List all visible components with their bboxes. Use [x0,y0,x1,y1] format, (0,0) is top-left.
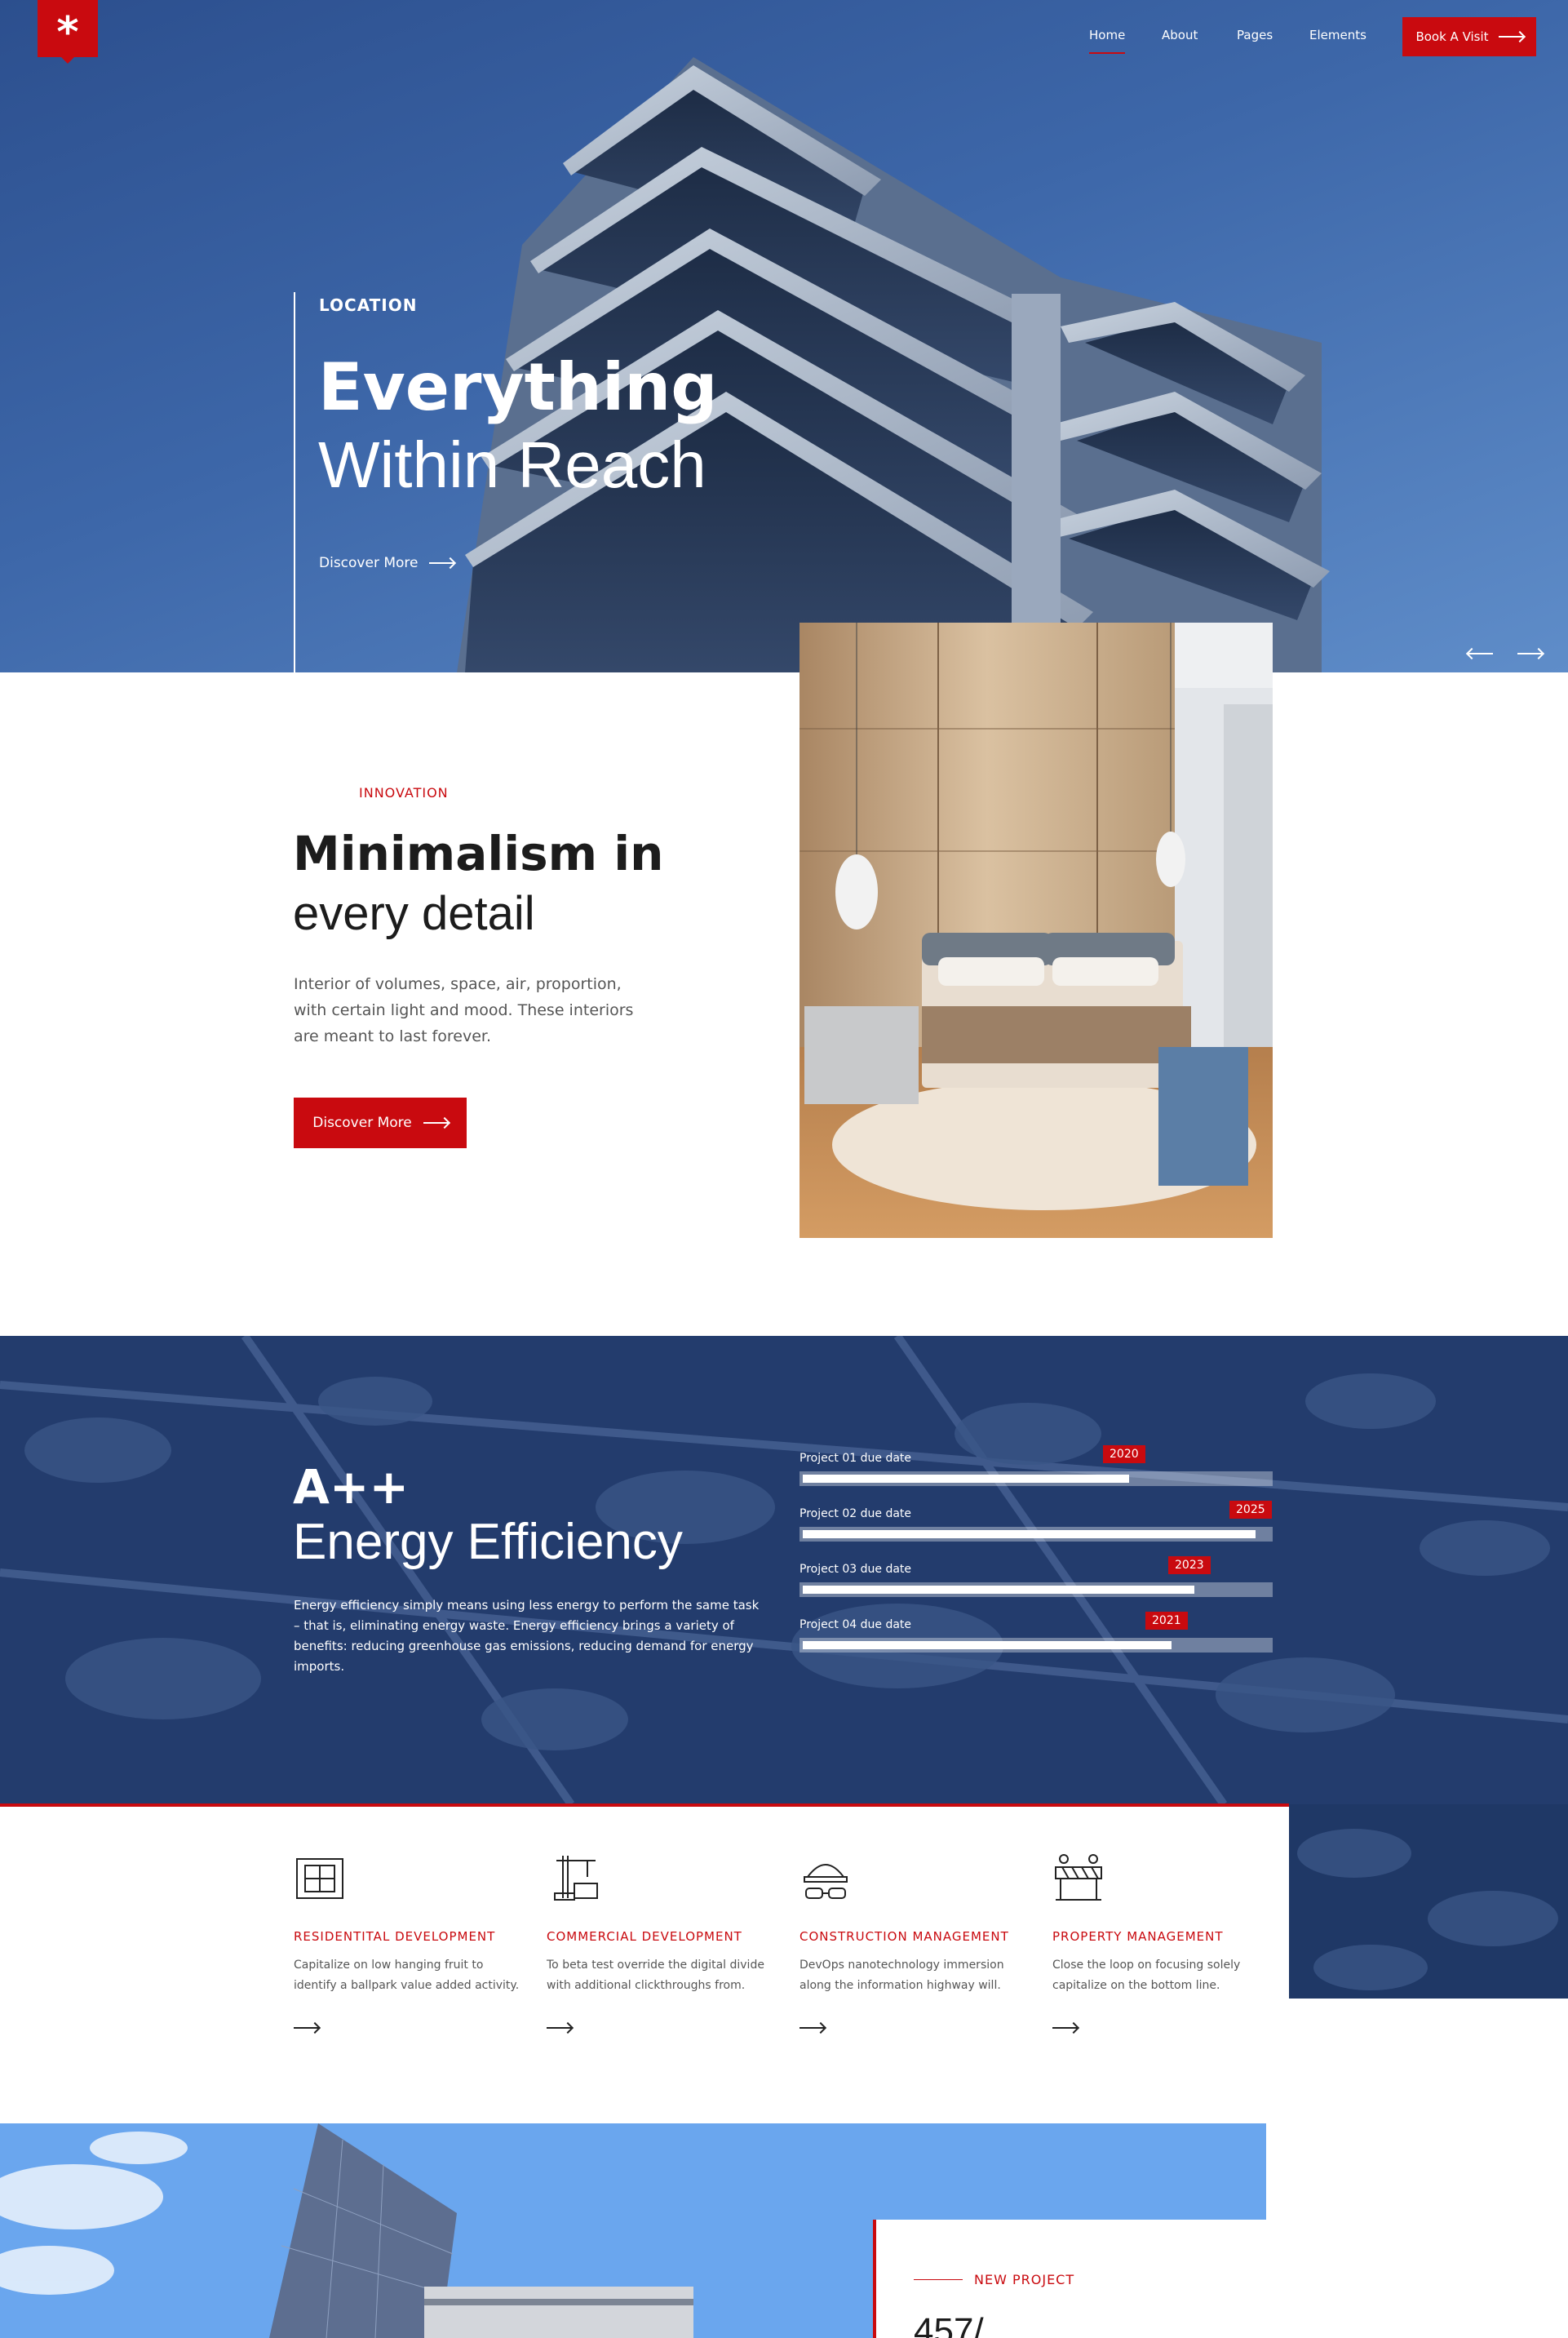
project-label: Project 02 due date [800,1507,912,1520]
hero-building-image [457,57,1330,672]
project-progress-fill [803,1475,1129,1483]
project-progress-fill [803,1530,1256,1538]
innovation-title-line1: Minimalism in [293,826,664,881]
service-title: RESIDENTITAL DEVELOPMENT [294,1929,496,1944]
new-project-eyebrow: NEW PROJECT [974,2272,1075,2287]
barrier-icon [1055,1854,1102,1901]
new-project-card: NEW PROJECT 457/ [873,2220,1266,2338]
project-progress-row: Project 03 due date 2023 [800,1556,1273,1597]
project-progress-row: Project 04 due date 2021 [800,1612,1273,1653]
bedroom-image [800,623,1273,1238]
arrow-right-icon [429,562,454,564]
service-commercial: COMMERCIAL DEVELOPMENT To beta test over… [547,1852,775,2034]
new-project-number: 457/ [914,2311,984,2338]
service-description: Capitalize on low hanging fruit to ident… [294,1959,520,1992]
book-visit-button[interactable]: Book A Visit [1402,17,1536,56]
service-title: CONSTRUCTION MANAGEMENT [800,1929,1009,1944]
slider-prev-icon[interactable] [1468,653,1493,654]
innovation-body: Interior of volumes, space, air, proport… [294,975,634,1045]
innovation-discover-button[interactable]: Discover More [294,1098,467,1148]
new-project-rule [914,2279,963,2280]
project-progress-fill [803,1641,1172,1649]
energy-title-line1: A++ [293,1459,410,1515]
project-label: Project 01 due date [800,1452,912,1465]
hard-hat-icon [804,1864,848,1899]
energy-background-image [0,1336,1568,1804]
project-year-badge: 2020 [1103,1445,1145,1463]
arrow-right-icon [423,1122,448,1124]
project-year-badge: 2025 [1229,1501,1272,1519]
nav-elements[interactable]: Elements [1309,28,1366,42]
hero-discover-link[interactable]: Discover More [319,555,454,571]
project-progress-fill [803,1586,1194,1594]
innovation-discover-label: Discover More [312,1115,412,1131]
hero-section: * Home About Pages Elements Book A Visit… [0,0,1568,672]
book-visit-label: Book A Visit [1415,29,1489,44]
service-construction: CONSTRUCTION MANAGEMENT DevOps nanotechn… [800,1852,1028,2034]
project-progress-track [800,1638,1273,1653]
project-progress-row: Project 02 due date 2025 [800,1501,1273,1542]
project-year-badge: 2021 [1145,1612,1188,1630]
section-divider [0,1803,1289,1807]
arrow-right-icon[interactable] [294,2026,318,2029]
service-title: PROPERTY MANAGEMENT [1052,1929,1224,1944]
service-description: Close the loop on focusing solely capita… [1052,1959,1241,1992]
service-title: COMMERCIAL DEVELOPMENT [547,1929,742,1944]
innovation-title-line2: every detail [293,887,535,940]
hero-title-line1: Everything [318,349,718,425]
nav-home[interactable]: Home [1089,28,1126,54]
energy-body: Energy efficiency simply means using les… [294,1598,760,1674]
service-property: PROPERTY MANAGEMENT Close the loop on fo… [1052,1852,1281,2034]
hero-title-line2: Within Reach [318,428,706,501]
arrow-right-icon[interactable] [1052,2026,1077,2029]
project-label: Project 04 due date [800,1618,912,1631]
blueprint-icon [296,1858,343,1899]
nav-pages[interactable]: Pages [1237,28,1273,42]
hero-divider [294,292,295,672]
nav-about[interactable]: About [1162,28,1198,42]
energy-background-extension [1289,1804,1568,1999]
project-progress-track [800,1582,1273,1597]
project-progress-row: Project 01 due date 2020 [800,1445,1273,1486]
crane-icon [554,1856,598,1901]
site-logo[interactable]: * [38,0,98,64]
project-year-badge: 2023 [1168,1556,1211,1574]
project-progress-track [800,1527,1273,1542]
innovation-eyebrow: INNOVATION [359,785,449,801]
service-description: DevOps nanotechnology immersion along th… [800,1959,1004,1992]
arrow-right-icon[interactable] [547,2026,571,2029]
arrow-right-icon[interactable] [800,2026,824,2029]
hero-eyebrow: LOCATION [319,295,418,315]
service-residential: RESIDENTITAL DEVELOPMENT Capitalize on l… [294,1852,522,2034]
service-description: To beta test override the digital divide… [547,1959,764,1992]
slider-next-icon[interactable] [1517,653,1542,654]
hero-discover-label: Discover More [319,555,419,571]
energy-title-line2: Energy Efficiency [293,1514,683,1570]
project-progress-track [800,1471,1273,1486]
arrow-right-icon [1498,36,1523,38]
